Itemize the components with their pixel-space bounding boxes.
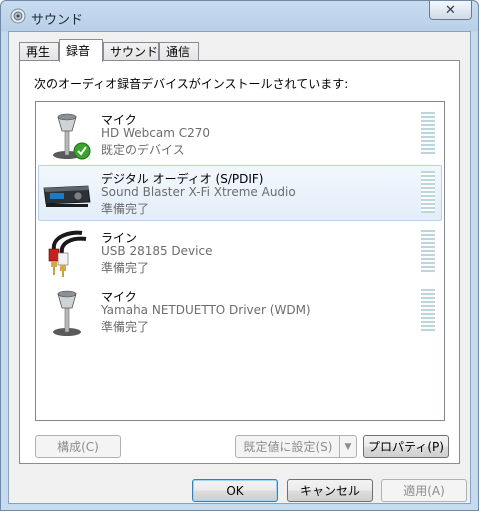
device-description: HD Webcam C270 xyxy=(101,126,210,140)
device-item-line-in[interactable]: ライン USB 28185 Device 準備完了 xyxy=(38,224,442,280)
configure-button[interactable]: 構成(C) xyxy=(35,435,121,458)
device-status: 準備完了 xyxy=(101,320,150,334)
tab-sounds[interactable]: サウンド xyxy=(103,42,159,61)
digital-audio-device-icon xyxy=(43,185,91,207)
device-item-spdif[interactable]: デジタル オーディオ (S/PDIF) Sound Blaster X-Fi X… xyxy=(38,165,442,221)
set-default-button[interactable]: 既定値に設定(S) ▼ xyxy=(235,435,357,458)
device-status: 既定のデバイス xyxy=(101,143,185,157)
speaker-icon xyxy=(10,8,26,24)
properties-button[interactable]: プロパティ(P) xyxy=(363,435,449,458)
tab-recording[interactable]: 録音 xyxy=(59,39,103,62)
device-status: 準備完了 xyxy=(101,202,150,216)
level-meter xyxy=(421,112,435,154)
sound-dialog-window: サウンド ✕ 再生 録音 サウンド 通信 次のオーディオ録音デバイスがインストー… xyxy=(0,0,479,511)
recording-panel: 次のオーディオ録音デバイスがインストールされています: マイク HD Webca… xyxy=(19,60,460,464)
chevron-down-icon[interactable]: ▼ xyxy=(339,436,356,457)
tab-communications[interactable]: 通信 xyxy=(159,42,199,61)
device-list[interactable]: マイク HD Webcam C270 既定のデバイス デジタル オーディオ (S… xyxy=(35,101,445,421)
device-description: Yamaha NETDUETTO Driver (WDM) xyxy=(101,303,311,317)
title-bar[interactable]: サウンド ✕ xyxy=(1,1,478,31)
close-icon: ✕ xyxy=(445,2,456,18)
device-description: USB 28185 Device xyxy=(101,244,213,258)
level-meter xyxy=(421,230,435,272)
cancel-button[interactable]: キャンセル xyxy=(287,479,373,502)
device-status: 準備完了 xyxy=(101,261,150,275)
microphone-icon xyxy=(53,290,81,336)
device-item-webcam-mic[interactable]: マイク HD Webcam C270 既定のデバイス xyxy=(38,106,442,162)
intro-text: 次のオーディオ録音デバイスがインストールされています: xyxy=(34,77,349,91)
microphone-icon xyxy=(53,113,91,160)
dialog-client-area: 再生 録音 サウンド 通信 次のオーディオ録音デバイスがインストールされています… xyxy=(8,31,471,504)
level-meter xyxy=(421,289,435,331)
device-description: Sound Blaster X-Fi Xtreme Audio xyxy=(101,185,296,199)
device-item-yamaha-mic[interactable]: マイク Yamaha NETDUETTO Driver (WDM) 準備完了 xyxy=(38,283,442,339)
ok-button[interactable]: OK xyxy=(192,479,278,502)
tab-playback[interactable]: 再生 xyxy=(19,42,59,61)
rca-cable-icon xyxy=(48,230,87,277)
level-meter xyxy=(421,171,435,213)
window-title: サウンド xyxy=(31,13,84,28)
close-button[interactable]: ✕ xyxy=(429,1,472,20)
apply-button[interactable]: 適用(A) xyxy=(381,479,467,502)
